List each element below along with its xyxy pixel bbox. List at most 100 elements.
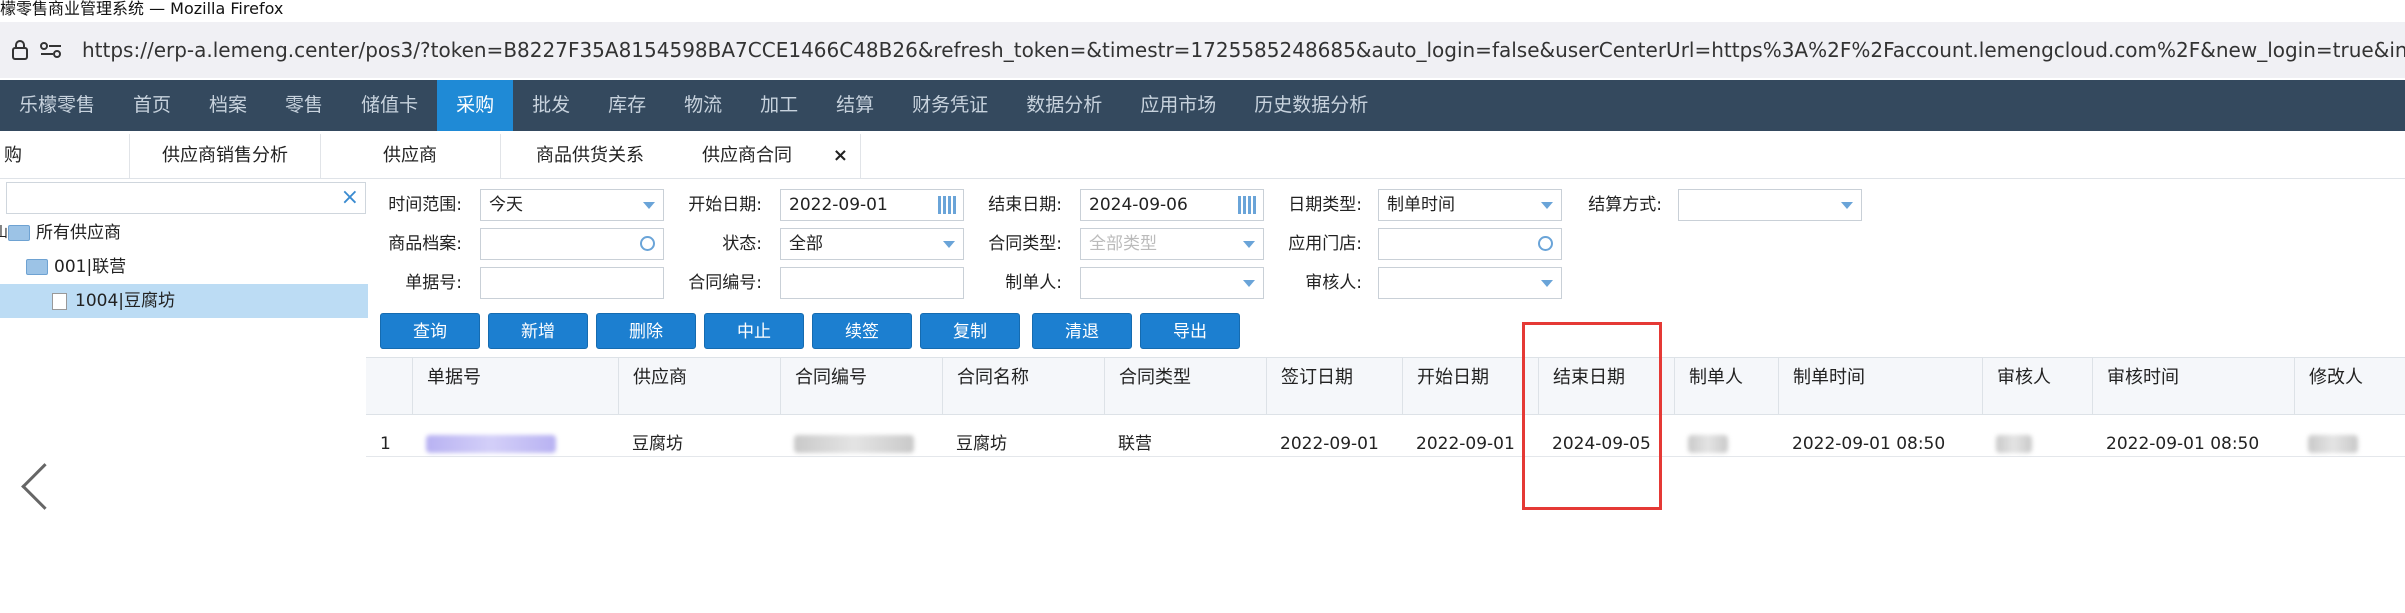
chevron-down-icon (1541, 202, 1553, 209)
col-creator[interactable]: 制单人 (1674, 358, 1778, 414)
status-label: 状态: (722, 234, 762, 254)
nav-item-wholesale[interactable]: 批发 (513, 80, 589, 131)
doc-no-label: 单据号: (405, 273, 462, 293)
date-type-select[interactable]: 制单时间 (1378, 189, 1562, 221)
chevron-down-icon (1243, 280, 1255, 287)
nav-item-history-analysis[interactable]: 历史数据分析 (1235, 80, 1387, 131)
cell-contract-no-redacted (780, 414, 942, 456)
chevron-down-icon (1243, 241, 1255, 248)
tab-supplier-contract-label: 供应商合同 (702, 145, 792, 166)
tab-bar: 购 供应商销售分析 供应商 商品供货关系 供应商合同 × (0, 134, 2405, 179)
chevron-left-icon[interactable] (21, 463, 68, 510)
contract-no-input[interactable] (780, 267, 964, 299)
folder-icon (26, 259, 48, 275)
tree-node-selected-supplier[interactable]: 1004|豆腐坊 (0, 284, 368, 318)
calendar-icon[interactable] (938, 196, 956, 214)
end-date-label: 结束日期: (988, 195, 1062, 215)
cell-start-date: 2022-09-01 (1416, 434, 1515, 454)
nav-item-app-market[interactable]: 应用市场 (1121, 80, 1235, 131)
add-button[interactable]: 新增 (488, 313, 588, 349)
col-auditor[interactable]: 审核人 (1982, 358, 2092, 414)
cell-doc-no-redacted (412, 414, 618, 456)
clear-search-icon[interactable]: × (341, 185, 359, 211)
nav-item-data-analysis[interactable]: 数据分析 (1007, 80, 1121, 131)
settle-mode-select[interactable] (1678, 189, 1862, 221)
table-row[interactable]: 1 豆腐坊 豆腐坊 联营 2022-09-01 2022-09-01 2024-… (366, 414, 2405, 457)
store-input[interactable] (1378, 228, 1562, 260)
col-create-time[interactable]: 制单时间 (1778, 358, 1982, 414)
nav-item-retail[interactable]: 零售 (266, 80, 342, 131)
col-supplier[interactable]: 供应商 (618, 358, 780, 414)
col-start-date[interactable]: 开始日期 (1402, 358, 1538, 414)
contract-type-label: 合同类型: (988, 234, 1062, 254)
col-modifier[interactable]: 修改人 (2294, 358, 2405, 414)
status-select[interactable]: 全部 (780, 228, 964, 260)
url-text[interactable]: https://erp-a.lemeng.center/pos3/?token=… (82, 38, 2405, 62)
suspend-button[interactable]: 中止 (704, 313, 804, 349)
nav-item-logistics[interactable]: 物流 (665, 80, 741, 131)
lock-icon (12, 39, 28, 61)
start-date-input[interactable]: 2022-09-01 (780, 189, 964, 221)
col-doc-no[interactable]: 单据号 (412, 358, 618, 414)
chevron-down-icon (1541, 280, 1553, 287)
search-icon[interactable] (1538, 236, 1553, 251)
start-date-label: 开始日期: (688, 195, 762, 215)
col-audit-time[interactable]: 审核时间 (2092, 358, 2294, 414)
tree-search-input[interactable]: × (6, 182, 366, 214)
nav-item-processing[interactable]: 加工 (741, 80, 817, 131)
cell-create-time: 2022-09-01 08:50 (1792, 434, 1946, 454)
end-date-input[interactable]: 2024-09-06 (1080, 189, 1264, 221)
copy-button[interactable]: 复制 (920, 313, 1020, 349)
tab-purchase-partial[interactable]: 购 (0, 134, 130, 178)
col-contract-no[interactable]: 合同编号 (780, 358, 942, 414)
auditor-select[interactable] (1378, 267, 1562, 299)
col-index (366, 358, 412, 414)
col-contract-type[interactable]: 合同类型 (1104, 358, 1266, 414)
search-icon[interactable] (640, 236, 655, 251)
close-tab-icon[interactable]: × (833, 134, 848, 178)
chevron-down-icon (943, 241, 955, 248)
tree-node-label: 1004|豆腐坊 (75, 291, 175, 311)
settle-mode-label: 结算方式: (1588, 195, 1662, 215)
tree-node-all-suppliers[interactable]: 山 所有供应商 (0, 216, 121, 250)
cell-sign-date: 2022-09-01 (1280, 434, 1379, 454)
calendar-icon[interactable] (1238, 196, 1256, 214)
delete-button[interactable]: 删除 (596, 313, 696, 349)
nav-item-settlement[interactable]: 结算 (817, 80, 893, 131)
tab-supplier-contract[interactable]: 供应商合同 × (680, 134, 861, 178)
address-bar[interactable]: https://erp-a.lemeng.center/pos3/?token=… (0, 22, 2405, 78)
tab-supplier[interactable]: 供应商 (320, 134, 501, 178)
nav-item-stored-value-card[interactable]: 储值卡 (342, 80, 437, 131)
tree-node-group[interactable]: 001|联营 (26, 250, 126, 284)
tab-supplier-sales-analysis[interactable]: 供应商销售分析 (130, 134, 321, 178)
nav-item-inventory[interactable]: 库存 (589, 80, 665, 131)
nav-item-archive[interactable]: 档案 (190, 80, 266, 131)
date-type-value: 制单时间 (1387, 195, 1455, 215)
nav-item-home[interactable]: 首页 (114, 80, 190, 131)
time-range-value: 今天 (489, 195, 523, 215)
document-icon (52, 292, 67, 310)
export-button[interactable]: 导出 (1140, 313, 1240, 349)
col-sign-date[interactable]: 签订日期 (1266, 358, 1402, 414)
creator-select[interactable] (1080, 267, 1264, 299)
nav-item-finance-voucher[interactable]: 财务凭证 (893, 80, 1007, 131)
cell-contract-type: 联营 (1118, 434, 1152, 454)
renew-button[interactable]: 续签 (812, 313, 912, 349)
product-input[interactable] (480, 228, 664, 260)
doc-no-input[interactable] (480, 267, 664, 299)
tab-product-supply[interactable]: 商品供货关系 (500, 134, 681, 178)
time-range-label: 时间范围: (388, 195, 462, 215)
tree-root-edge: 山 (0, 225, 8, 241)
query-button[interactable]: 查询 (380, 313, 480, 349)
permissions-icon[interactable] (40, 39, 62, 61)
store-label: 应用门店: (1288, 234, 1362, 254)
cell-index: 1 (380, 434, 391, 454)
clear-out-button[interactable]: 清退 (1032, 313, 1132, 349)
contract-type-select[interactable]: 全部类型 (1080, 228, 1264, 260)
auditor-label: 审核人: (1305, 273, 1362, 293)
nav-item-purchase[interactable]: 采购 (437, 80, 514, 131)
end-date-value: 2024-09-06 (1089, 195, 1188, 215)
col-contract-name[interactable]: 合同名称 (942, 358, 1104, 414)
nav-item-brand[interactable]: 乐檬零售 (0, 80, 114, 131)
time-range-select[interactable]: 今天 (480, 189, 664, 221)
